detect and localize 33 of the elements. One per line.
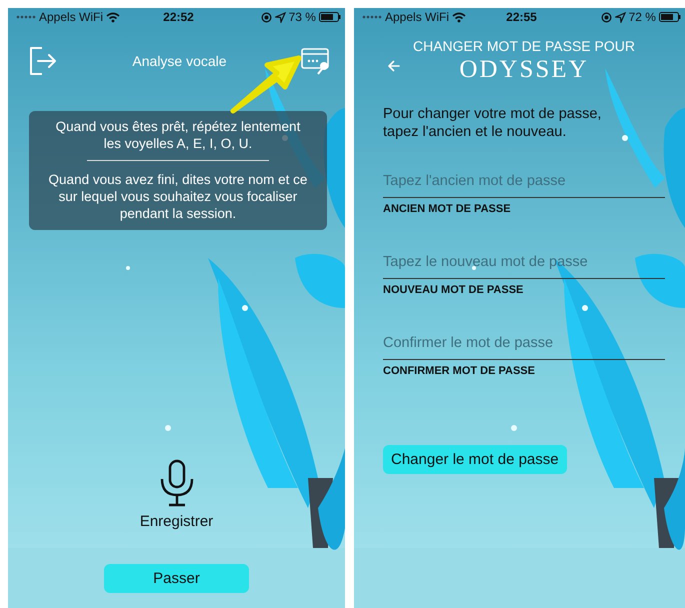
back-arrow-icon[interactable] bbox=[387, 60, 401, 72]
field-label: CONFIRMER MOT DE PASSE bbox=[383, 365, 536, 377]
orientation-lock-icon bbox=[260, 12, 272, 22]
logout-icon[interactable] bbox=[28, 46, 58, 76]
signal-icon bbox=[362, 13, 382, 21]
carrier-name: Appels WiFi bbox=[39, 10, 104, 24]
field-label: NOUVEAU MOT DE PASSE bbox=[383, 284, 524, 296]
account-name: ODYSSEY bbox=[459, 56, 589, 84]
settings-window-icon[interactable] bbox=[300, 47, 331, 75]
record-label[interactable]: Enregistrer bbox=[140, 513, 214, 530]
password-field[interactable]: Tapez l'ancien mot de passe bbox=[383, 171, 665, 198]
signal-icon bbox=[16, 13, 36, 21]
battery-icon bbox=[658, 12, 681, 22]
location-icon bbox=[274, 12, 286, 22]
status-time: 22:52 bbox=[163, 10, 194, 24]
wifi-icon bbox=[106, 12, 120, 22]
status-time: 22:55 bbox=[506, 10, 537, 24]
wifi-icon bbox=[452, 12, 466, 22]
change-password-button[interactable]: Changer le mot de passe bbox=[383, 445, 567, 474]
battery-percent: 72 % bbox=[628, 10, 656, 24]
screen-title: CHANGER MOT DE PASSE POUR bbox=[413, 38, 635, 54]
message-text: Quand vous avez fini, dites votre nom et ce sur lequel vous souhaitez vous focaliser pendant la session. bbox=[48, 171, 308, 222]
skip-button[interactable]: Passer bbox=[104, 564, 249, 593]
location-icon bbox=[614, 12, 626, 22]
battery-icon bbox=[318, 12, 341, 22]
message-text: Quand vous êtes prêt, répétez lentement les voyelles A, E, I, O, U. bbox=[54, 118, 302, 152]
battery-percent: 73 % bbox=[288, 10, 316, 24]
password-field[interactable]: Confirmer le mot de passe bbox=[383, 333, 665, 360]
carrier-name: Appels WiFi bbox=[385, 10, 450, 24]
orientation-lock-icon bbox=[600, 12, 612, 22]
field-label: ANCIEN MOT DE PASSE bbox=[383, 203, 512, 215]
instructions-text: Pour changer votre mot de passe, tapez l'ancien et le nouveau. bbox=[383, 105, 602, 141]
screen-title: Analyse vocale bbox=[132, 53, 227, 69]
